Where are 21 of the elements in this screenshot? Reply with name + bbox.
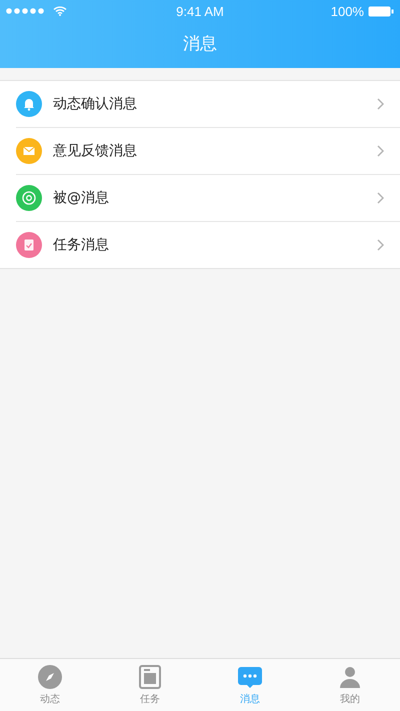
message-row[interactable]: 意见反馈消息 xyxy=(16,128,400,175)
battery-icon xyxy=(368,6,394,16)
battery-percentage: 100% xyxy=(330,4,364,18)
message-label: 任务消息 xyxy=(53,236,110,254)
wifi-icon xyxy=(53,6,67,16)
message-label: 动态确认消息 xyxy=(53,95,138,113)
message-label: 意见反馈消息 xyxy=(53,142,138,160)
person-icon xyxy=(337,664,363,690)
message-row[interactable]: 动态确认消息 xyxy=(16,81,400,128)
chevron-icon xyxy=(377,98,384,110)
message-label: 被@消息 xyxy=(53,189,110,207)
compass-icon xyxy=(37,664,63,690)
chat-bubble-icon xyxy=(237,664,263,690)
chevron-icon xyxy=(377,145,384,157)
chevron-icon xyxy=(377,192,384,204)
page-title: 消息 xyxy=(182,33,218,56)
message-row[interactable]: 任务消息 xyxy=(16,222,400,268)
status-time: 9:41 AM xyxy=(176,4,224,18)
chevron-icon xyxy=(377,239,384,251)
message-row[interactable]: 被@消息 xyxy=(16,175,400,222)
document-icon xyxy=(137,664,163,690)
